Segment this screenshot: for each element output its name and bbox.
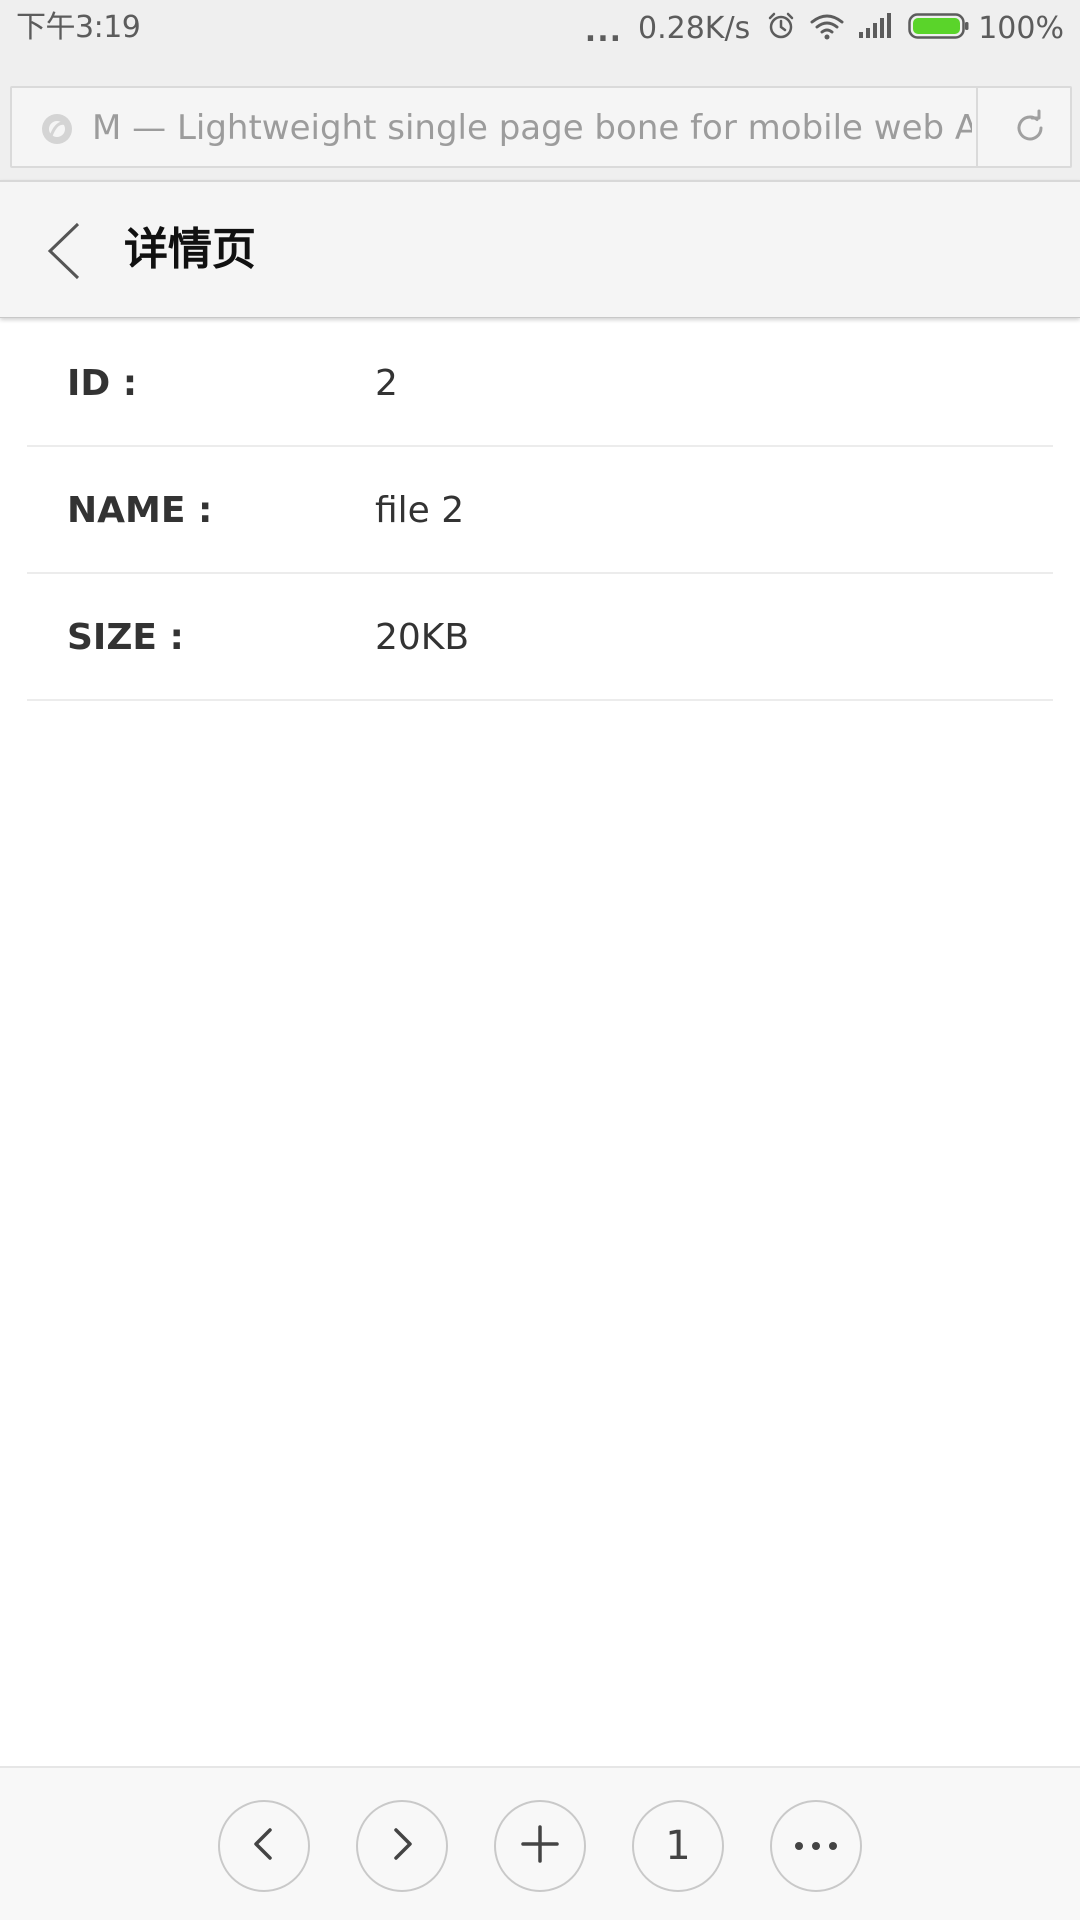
plus-icon [519,1823,561,1869]
site-icon [40,112,74,146]
detail-label: SIZE : [67,617,184,658]
signal-icon [858,12,894,44]
status-time: 下午3:19 [16,10,141,45]
detail-list: ID : 2 NAME : file 2 SIZE : 20KB [27,320,1053,701]
browser-back-button[interactable] [218,1800,310,1892]
new-tab-button[interactable] [494,1800,586,1892]
url-divider [976,88,978,166]
detail-row-id: ID : 2 [27,320,1053,447]
forward-icon [382,1824,422,1868]
network-speed: 0.28K/s [638,10,751,46]
back-button[interactable] [30,208,100,294]
url-text[interactable]: M — Lightweight single page bone for mob… [92,106,972,150]
address-bar: M — Lightweight single page bone for mob… [0,58,1080,180]
bottom-toolbar: 1 [0,1766,1080,1920]
url-field[interactable]: M — Lightweight single page bone for mob… [10,86,1072,168]
detail-value: file 2 [375,490,465,531]
reload-icon[interactable] [1010,108,1050,148]
tabs-count: 1 [665,1823,691,1869]
detail-value: 2 [375,363,398,404]
detail-label: NAME : [67,490,213,531]
detail-row-name: NAME : file 2 [27,447,1053,574]
more-icon [793,1837,839,1856]
detail-value: 20KB [375,617,470,658]
detail-row-size: SIZE : 20KB [27,574,1053,701]
chevron-left-icon [30,222,100,298]
battery-percent: 100% [978,10,1064,46]
page-header: 详情页 [0,180,1080,318]
status-indicators: ... 0.28K/s 100% [584,8,1064,49]
wifi-icon [810,12,844,44]
status-dots: ... [584,13,622,49]
tabs-button[interactable]: 1 [632,1800,724,1892]
status-bar: 下午3:19 ... 0.28K/s 100% [0,0,1080,58]
alarm-icon [766,11,796,45]
page-title: 详情页 [124,224,256,275]
back-icon [244,1824,284,1868]
browser-forward-button[interactable] [356,1800,448,1892]
battery-icon [908,12,970,44]
more-button[interactable] [770,1800,862,1892]
detail-label: ID : [67,363,138,404]
